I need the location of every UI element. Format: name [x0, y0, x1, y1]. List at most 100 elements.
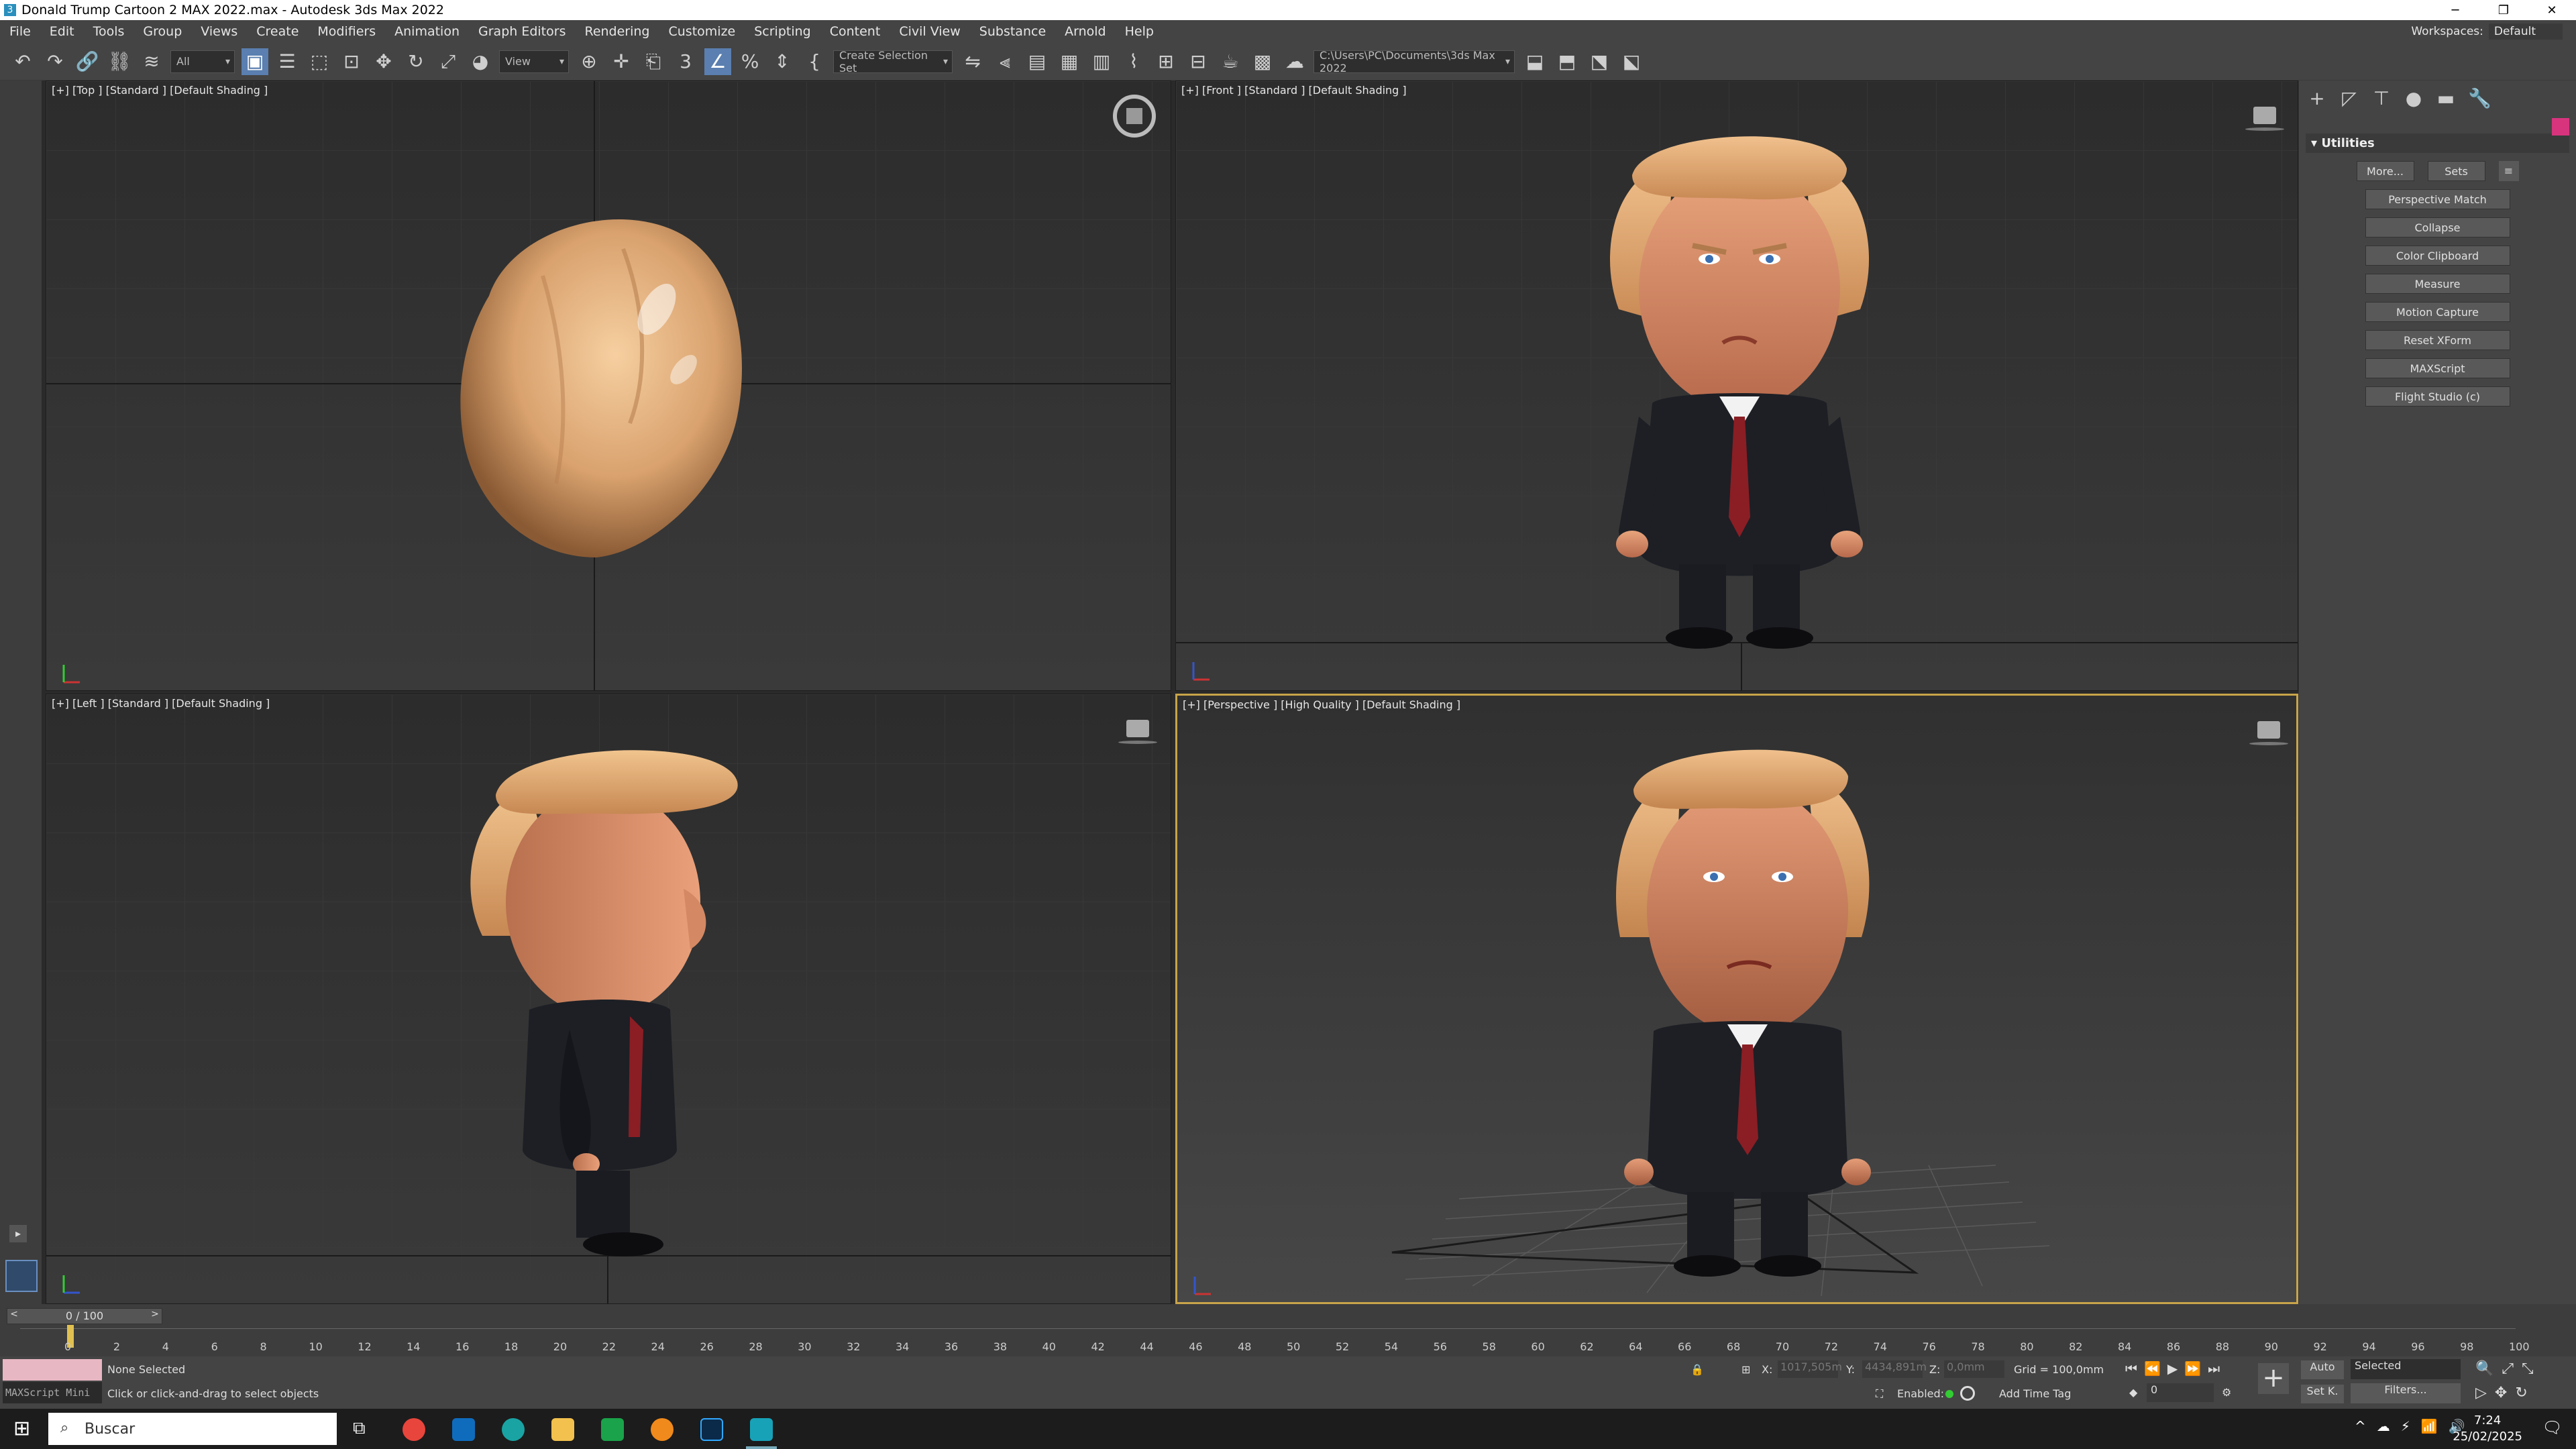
menu-create[interactable]: Create: [247, 24, 308, 39]
scale-icon[interactable]: ⤢: [435, 48, 462, 75]
pivot-center-icon[interactable]: ⊕: [576, 48, 602, 75]
modify-tab-icon[interactable]: ◸: [2339, 87, 2359, 109]
3dsmax-icon[interactable]: [750, 1418, 773, 1441]
viewport-left[interactable]: [+] [Left ] [Standard ] [Default Shading…: [46, 694, 1171, 1304]
scene-explorer-icon[interactable]: ▤: [1024, 48, 1051, 75]
more-button[interactable]: More...: [2356, 161, 2414, 181]
isolate-toggle-icon[interactable]: [1960, 1386, 1975, 1401]
project-icon-3[interactable]: ⬔: [1586, 48, 1613, 75]
viewcube-icon[interactable]: [1118, 720, 1157, 744]
utilities-rollout-header[interactable]: ▾ Utilities: [2306, 133, 2569, 153]
viewport-perspective[interactable]: [+] [Perspective ] [High Quality ] [Defa…: [1175, 694, 2298, 1304]
set-key-button[interactable]: Set K.: [2301, 1385, 2344, 1403]
absolute-mode-icon[interactable]: ⊞: [1741, 1363, 1750, 1376]
y-coordinate-field[interactable]: 4434,891m: [1862, 1360, 1927, 1378]
selection-filter-dropdown[interactable]: All: [170, 50, 235, 73]
align-icon[interactable]: ⫷: [991, 48, 1018, 75]
menu-animation[interactable]: Animation: [385, 24, 469, 39]
sets-button[interactable]: Sets: [2427, 161, 2485, 181]
create-tab-icon[interactable]: +: [2307, 87, 2327, 109]
maxscript-mini-input[interactable]: MAXScript Mini: [3, 1382, 102, 1403]
nav-controls-bottom[interactable]: ▷✥↻: [2475, 1385, 2536, 1401]
motion-capture-button[interactable]: Motion Capture: [2365, 302, 2510, 322]
redo-icon[interactable]: ↷: [42, 48, 68, 75]
collapse-button[interactable]: Collapse: [2365, 217, 2510, 237]
set-key-plus-icon[interactable]: +: [2258, 1363, 2289, 1394]
add-time-tag-button[interactable]: Add Time Tag: [1999, 1387, 2071, 1400]
configure-sets-icon[interactable]: ≡: [2498, 161, 2519, 181]
model-front-view[interactable]: [1592, 121, 1887, 651]
layer-explorer-icon[interactable]: ▦: [1056, 48, 1083, 75]
viewcube-icon[interactable]: [2245, 107, 2284, 131]
rendered-frame-icon[interactable]: ▩: [1249, 48, 1276, 75]
menu-scripting[interactable]: Scripting: [745, 24, 820, 39]
taskbar-search[interactable]: ⌕ Buscar: [48, 1413, 337, 1445]
track-bar[interactable]: [20, 1325, 2516, 1355]
next-frame-icon[interactable]: >: [148, 1309, 162, 1324]
menu-customize[interactable]: Customize: [659, 24, 745, 39]
task-view-icon[interactable]: ⧉: [353, 1418, 366, 1439]
menu-file[interactable]: File: [0, 24, 40, 39]
ribbon-icon[interactable]: ▥: [1088, 48, 1115, 75]
model-perspective-view[interactable]: [1607, 736, 1888, 1286]
notifications-icon[interactable]: 🗨: [2542, 1418, 2563, 1437]
menu-views[interactable]: Views: [191, 24, 247, 39]
viewport-front[interactable]: [+] [Front ] [Standard ] [Default Shadin…: [1175, 80, 2298, 691]
move-icon[interactable]: ✥: [370, 48, 397, 75]
model-left-view[interactable]: [455, 735, 751, 1271]
steeringwheel-icon[interactable]: [1113, 95, 1156, 138]
percent-snap-icon[interactable]: %: [737, 48, 763, 75]
mirror-icon[interactable]: ⇋: [959, 48, 986, 75]
viewport-label[interactable]: [+] [Perspective ] [High Quality ] [Defa…: [1183, 698, 1460, 711]
schematic-view-icon[interactable]: ⊞: [1152, 48, 1179, 75]
nav-controls-top[interactable]: 🔍⤢⤡: [2475, 1360, 2542, 1377]
curve-editor-icon[interactable]: ⌇: [1120, 48, 1147, 75]
render-setup-icon[interactable]: ☕: [1217, 48, 1244, 75]
file-explorer-icon[interactable]: [551, 1418, 574, 1441]
edge-icon[interactable]: [502, 1418, 525, 1441]
menu-edit[interactable]: Edit: [40, 24, 84, 39]
place-icon[interactable]: ◕: [467, 48, 494, 75]
selection-lock-icon[interactable]: 🔒: [1690, 1363, 1704, 1376]
bind-spacewarp-icon[interactable]: ≋: [138, 48, 165, 75]
key-filters-button[interactable]: Filters...: [2351, 1383, 2461, 1403]
maxscript-button[interactable]: MAXScript: [2365, 358, 2510, 378]
chrome-icon[interactable]: [402, 1418, 425, 1441]
workspace-dropdown[interactable]: Default: [2488, 23, 2563, 40]
project-icon-1[interactable]: ⬓: [1521, 48, 1548, 75]
x-coordinate-field[interactable]: 1017,505m: [1778, 1360, 1842, 1378]
reference-coordinate-dropdown[interactable]: View: [499, 50, 569, 73]
menu-tools[interactable]: Tools: [84, 24, 134, 39]
named-selection-dropdown[interactable]: Create Selection Set: [833, 49, 953, 74]
material-editor-icon[interactable]: ⊟: [1185, 48, 1212, 75]
windows-start-icon[interactable]: ⊞: [13, 1417, 30, 1440]
adaptive-degradation-icon[interactable]: ⛶: [1876, 1387, 1883, 1401]
auto-key-button[interactable]: Auto: [2301, 1360, 2344, 1379]
viewport-label[interactable]: [+] [Top ] [Standard ] [Default Shading …: [52, 84, 268, 97]
z-coordinate-field[interactable]: 0,0mm: [1944, 1360, 2004, 1378]
snaps-toggle-icon[interactable]: 3: [672, 48, 699, 75]
viewport-label[interactable]: [+] [Front ] [Standard ] [Default Shadin…: [1181, 84, 1407, 97]
expand-arrow-icon[interactable]: ▸: [9, 1225, 27, 1242]
menu-arnold[interactable]: Arnold: [1055, 24, 1115, 39]
menu-substance[interactable]: Substance: [970, 24, 1055, 39]
keyboard-shortcut-icon[interactable]: ⎗: [640, 48, 667, 75]
key-mode-icon[interactable]: ◆: [2129, 1386, 2137, 1399]
menu-graph-editors[interactable]: Graph Editors: [469, 24, 575, 39]
minimize-icon[interactable]: ─: [2431, 0, 2479, 20]
restore-icon[interactable]: ❐: [2479, 0, 2528, 20]
reset-xform-button[interactable]: Reset XForm: [2365, 330, 2510, 350]
select-manipulate-icon[interactable]: ✛: [608, 48, 635, 75]
time-config-icon[interactable]: ⚙: [2222, 1386, 2231, 1399]
time-slider[interactable]: < 0 / 100 >: [7, 1308, 162, 1324]
select-by-name-icon[interactable]: ☰: [274, 48, 301, 75]
menu-rendering[interactable]: Rendering: [575, 24, 659, 39]
project-icon-2[interactable]: ⬒: [1554, 48, 1580, 75]
photoshop-icon[interactable]: [700, 1418, 723, 1441]
playback-controls[interactable]: ⏮⏪▶⏩⏭: [2125, 1360, 2226, 1377]
measure-button[interactable]: Measure: [2365, 274, 2510, 294]
perspective-match-button[interactable]: Perspective Match: [2365, 189, 2510, 209]
menu-civil-view[interactable]: Civil View: [890, 24, 969, 39]
menu-group[interactable]: Group: [133, 24, 191, 39]
menu-content[interactable]: Content: [820, 24, 890, 39]
